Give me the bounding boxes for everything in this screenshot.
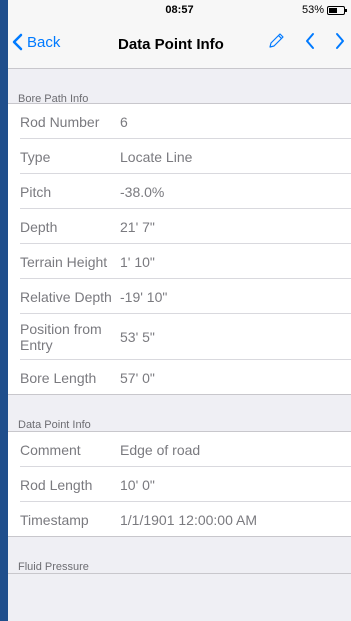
row-value: 57' 0": [120, 369, 155, 386]
previous-chevron-icon[interactable]: [305, 32, 315, 50]
row-value: 10' 0": [120, 476, 155, 493]
status-bar: 08:57 53%: [8, 0, 351, 20]
battery-indicator: 53%: [301, 4, 347, 16]
row-bore-length: Bore Length 57' 0": [8, 360, 351, 395]
row-value: 53' 5": [120, 329, 155, 345]
row-timestamp: Timestamp 1/1/1901 12:00:00 AM: [8, 502, 351, 537]
row-value: Locate Line: [120, 148, 193, 165]
row-comment: Comment Edge of road: [8, 432, 351, 467]
row-rod-number: Rod Number 6: [8, 104, 351, 139]
info-table[interactable]: Bore Path Info Rod Number 6 Type Locate …: [8, 69, 351, 621]
row-label: Relative Depth: [20, 288, 112, 305]
row-type: Type Locate Line: [8, 139, 351, 174]
next-chevron-icon[interactable]: [335, 32, 345, 50]
row-value: -19' 10": [120, 288, 168, 305]
row-label: Rod Length: [20, 476, 93, 493]
row-value: 6: [120, 113, 128, 130]
battery-percent: 53%: [301, 4, 324, 16]
row-value: 21' 7": [120, 218, 155, 235]
row-depth: Depth 21' 7": [8, 209, 351, 244]
row-value: 1' 10": [120, 253, 155, 270]
row-label: Bore Length: [20, 369, 97, 386]
row-value: 1/1/1901 12:00:00 AM: [120, 511, 257, 528]
back-button[interactable]: Back: [12, 33, 60, 51]
row-rod-length: Rod Length 10' 0": [8, 467, 351, 502]
row-pitch: Pitch -38.0%: [8, 174, 351, 209]
row-value: Edge of road: [120, 441, 201, 458]
battery-icon: [327, 5, 347, 15]
row-value: -38.0%: [120, 183, 165, 200]
row-label: Timestamp: [20, 511, 89, 528]
row-label: Depth: [20, 218, 58, 235]
status-time: 08:57: [165, 4, 194, 16]
row-label: Rod Number: [20, 113, 100, 130]
row-position-from-entry: Position from Entry 53' 5": [8, 314, 351, 360]
navigation-bar: Back Data Point Info: [8, 20, 351, 69]
row-label: Comment: [20, 441, 81, 458]
section-header-bore-path: Bore Path Info: [8, 69, 351, 105]
nav-actions: [267, 32, 345, 50]
app-screen: 08:57 53% Back Data Point Info Bore Path…: [8, 0, 351, 621]
row-label: Pitch: [20, 183, 52, 200]
row-label: Terrain Height: [20, 253, 108, 270]
pencil-icon[interactable]: [267, 32, 285, 50]
section-header-data-point: Data Point Info: [8, 395, 351, 432]
page-title: Data Point Info: [118, 36, 224, 53]
back-label: Back: [27, 33, 61, 51]
row-label: Position from Entry: [20, 321, 102, 353]
chevron-left-icon: [12, 33, 23, 51]
section-header-fluid-pressure: Fluid Pressure: [8, 537, 351, 574]
row-label: Type: [20, 148, 51, 165]
row-terrain-height: Terrain Height 1' 10": [8, 244, 351, 279]
row-relative-depth: Relative Depth -19' 10": [8, 279, 351, 314]
